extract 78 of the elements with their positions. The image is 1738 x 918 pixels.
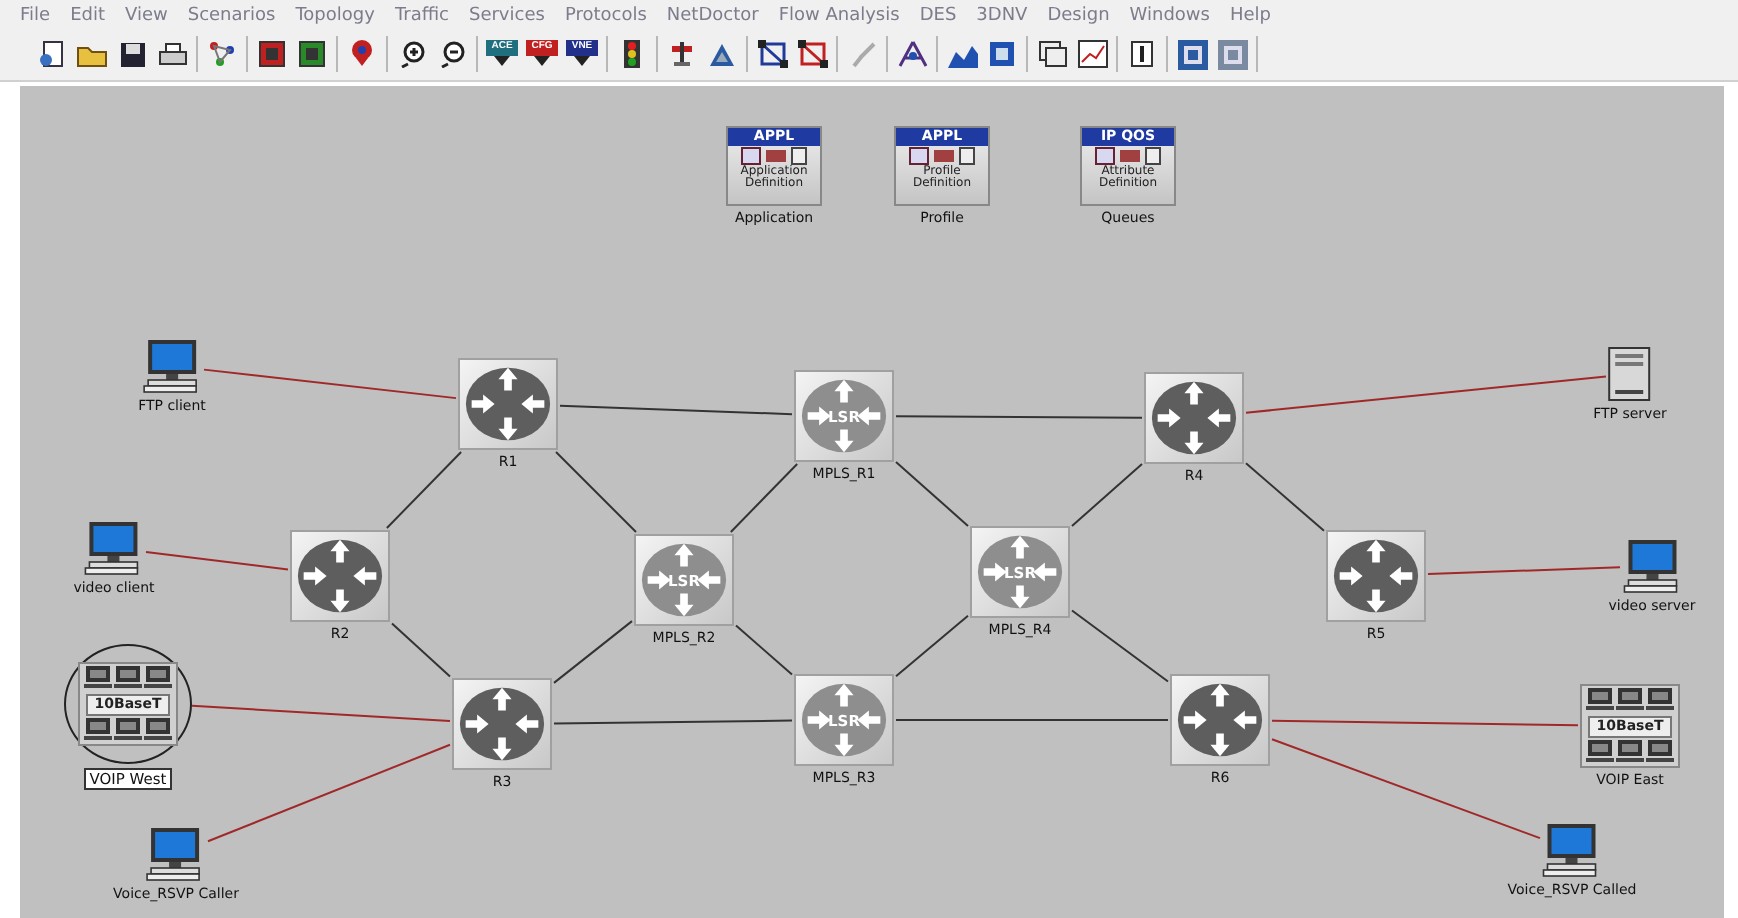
network-link[interactable] (553, 620, 633, 684)
menu-item[interactable]: Scenarios (187, 5, 276, 25)
network-link[interactable] (895, 614, 969, 678)
router-icon[interactable] (458, 358, 558, 450)
windows-icon (1037, 40, 1067, 68)
menu-item[interactable]: Protocols (564, 5, 647, 25)
tower-icon (668, 40, 696, 68)
menu-item[interactable]: File (20, 5, 51, 25)
toolbar-button[interactable] (794, 36, 830, 72)
router-icon[interactable] (1144, 372, 1244, 464)
pin-icon (350, 40, 374, 68)
server-icon[interactable] (1608, 346, 1652, 402)
network-link[interactable] (895, 461, 969, 527)
network-link[interactable] (191, 704, 451, 722)
zoom-out-icon (438, 40, 466, 68)
menu-item[interactable]: 3DNV (976, 5, 1028, 25)
network-icon (897, 40, 927, 68)
menu-item[interactable]: Edit (70, 5, 105, 25)
triangle-icon (708, 41, 736, 67)
panel-icon (988, 40, 1016, 68)
node-grid-icon (757, 40, 787, 68)
menu-item[interactable]: Services (468, 5, 545, 25)
network-link[interactable] (559, 404, 793, 416)
computer-icon[interactable] (84, 520, 144, 576)
chip-icon (1177, 39, 1207, 69)
save-icon (119, 41, 145, 67)
node-grid-icon (797, 40, 827, 68)
toolbar-button[interactable] (1174, 36, 1210, 72)
network-link[interactable] (391, 622, 451, 678)
network-link[interactable] (895, 415, 1143, 419)
menu-item[interactable]: Help (1229, 5, 1272, 25)
grid-icon (258, 40, 286, 68)
zoom-in-icon (398, 40, 426, 68)
chart-icon (947, 41, 977, 67)
menu-item[interactable]: Windows (1129, 5, 1210, 25)
menu-item[interactable]: Topology (295, 5, 375, 25)
network-link[interactable] (555, 451, 637, 533)
router-icon[interactable] (1170, 674, 1270, 766)
network-link[interactable] (1071, 463, 1143, 527)
network-link[interactable] (1271, 719, 1579, 727)
network-link[interactable] (729, 463, 799, 533)
graph-icon (1077, 40, 1107, 68)
network-link[interactable] (1071, 609, 1169, 683)
toolbar-button[interactable] (754, 36, 790, 72)
computer-icon[interactable] (1542, 822, 1602, 878)
toolbar-button[interactable] (894, 36, 930, 72)
chip-icon (1217, 39, 1247, 69)
router-icon[interactable] (452, 678, 552, 770)
menu-item[interactable]: DES (919, 5, 957, 25)
menu-item[interactable]: Design (1047, 5, 1110, 25)
new-file-icon (38, 40, 66, 68)
network-link[interactable] (1427, 566, 1621, 576)
scatter-icon (208, 40, 236, 68)
router-icon[interactable] (290, 530, 390, 622)
network-link[interactable] (203, 368, 457, 400)
toolbar-button[interactable] (1074, 36, 1110, 72)
network-link[interactable] (1245, 462, 1325, 532)
computer-icon[interactable] (142, 338, 202, 394)
menu-item[interactable]: View (125, 5, 168, 25)
menu-item[interactable]: Traffic (394, 5, 449, 25)
grid-icon (298, 40, 326, 68)
network-link[interactable] (385, 451, 463, 529)
network-link[interactable] (145, 550, 289, 571)
toolbar-button[interactable] (204, 36, 240, 72)
network-link[interactable] (735, 624, 793, 676)
menu-item[interactable]: NetDoctor (666, 5, 759, 25)
printer-icon (157, 41, 187, 67)
toolbar-button[interactable] (294, 36, 330, 72)
network-link[interactable] (553, 719, 793, 725)
router-icon[interactable] (1326, 530, 1426, 622)
traffic-light-icon (624, 40, 640, 68)
folder-icon (76, 41, 108, 67)
computer-icon[interactable] (146, 826, 206, 882)
toolbar-button[interactable] (254, 36, 290, 72)
toolbar-button[interactable] (1034, 36, 1070, 72)
menu-item[interactable]: Flow Analysis (778, 5, 900, 25)
toolbar-button[interactable] (984, 36, 1020, 72)
computer-icon[interactable] (1622, 538, 1682, 594)
